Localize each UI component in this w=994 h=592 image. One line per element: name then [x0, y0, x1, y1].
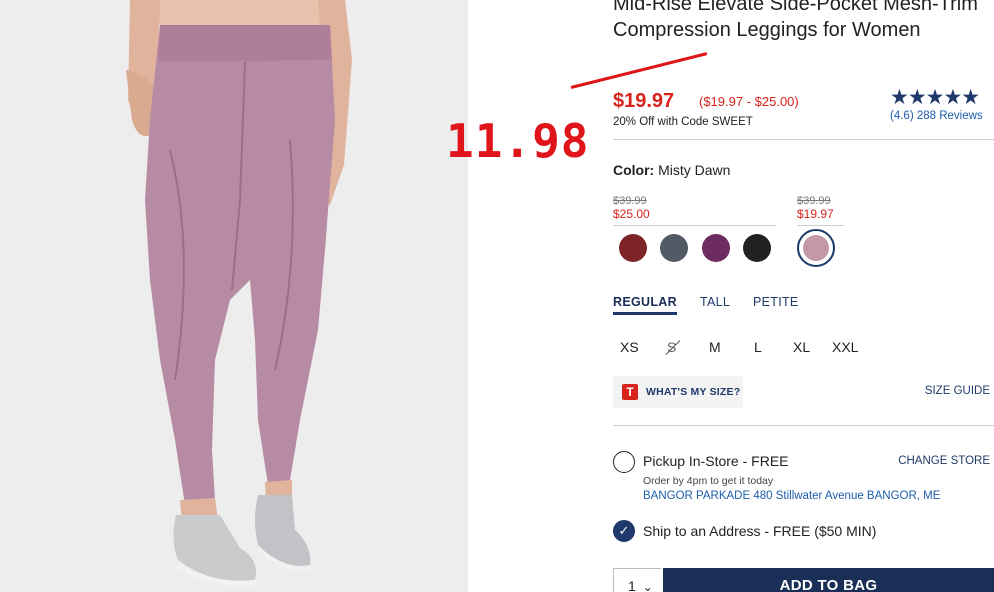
add-to-bag-button[interactable]: ADD TO BAG [663, 568, 994, 592]
change-store-link[interactable]: CHANGE STORE [898, 455, 990, 467]
star-rating-icon: ★★★★★ [890, 86, 980, 109]
pickup-label: Pickup In-Store - FREE [643, 453, 789, 469]
color-value: Misty Dawn [658, 162, 731, 178]
pickup-note: Order by 4pm to get it today [643, 475, 774, 487]
size-xxl[interactable]: XXL [832, 339, 858, 355]
price-group-underline [797, 225, 844, 226]
promo-text: 20% Off with Code SWEET [613, 116, 753, 128]
tab-regular[interactable]: REGULAR [613, 295, 677, 315]
sale-price: $19.97 [613, 90, 675, 112]
size-m[interactable]: M [709, 339, 721, 355]
price-group: $39.99 $25.00 [613, 195, 776, 226]
original-price: $39.99 [797, 195, 831, 207]
original-price: $39.99 [613, 195, 647, 207]
divider [613, 139, 994, 140]
color-row: Color: Misty Dawn [613, 162, 730, 178]
tab-tall[interactable]: TALL [700, 295, 730, 309]
group-price: $19.97 [797, 207, 834, 221]
price-range: ($19.97 - $25.00) [699, 94, 799, 109]
product-details: Mid-Rise Elevate Side-Pocket Mesh-Trim C… [570, 0, 994, 592]
reviews-link[interactable]: (4.6) 288 Reviews [890, 110, 994, 122]
handwritten-strike-line [570, 52, 708, 89]
swatch-burgundy[interactable] [619, 234, 647, 262]
quantity-select[interactable]: 1 ⌄ [613, 568, 661, 592]
size-guide-link[interactable]: SIZE GUIDE [925, 385, 990, 397]
pickup-radio[interactable] [613, 451, 635, 473]
ship-label: Ship to an Address - FREE ($50 MIN) [643, 523, 877, 539]
swatch-plum[interactable] [702, 234, 730, 262]
tab-petite[interactable]: PETITE [753, 295, 799, 309]
whats-my-size-button[interactable]: T WHAT'S MY SIZE? [613, 376, 743, 408]
swatch-misty-dawn-fill [803, 235, 829, 261]
divider [613, 425, 994, 426]
size-xs[interactable]: XS [620, 339, 639, 355]
size-s-unavailable[interactable]: S [665, 339, 681, 355]
rating[interactable]: ★★★★★ (4.6) 288 Reviews [890, 86, 994, 123]
ship-radio-checked[interactable]: ✓ [613, 520, 635, 542]
chevron-down-icon: ⌄ [642, 580, 653, 592]
price-group-underline [613, 225, 776, 226]
product-title: Mid-Rise Elevate Side-Pocket Mesh-Trim C… [613, 0, 978, 41]
swatch-misty-dawn[interactable] [797, 229, 835, 267]
price-group: $39.99 $19.97 [797, 195, 844, 226]
color-label: Color: [613, 162, 655, 178]
store-address-link[interactable]: BANGOR PARKADE 480 Stillwater Avenue BAN… [643, 490, 940, 502]
quantity-value: 1 [628, 578, 636, 592]
swatch-black[interactable] [743, 234, 771, 262]
group-price: $25.00 [613, 207, 650, 221]
whats-my-size-label: WHAT'S MY SIZE? [646, 386, 741, 398]
annotation-price: 11.98 [446, 114, 590, 168]
size-xl[interactable]: XL [793, 339, 810, 355]
true-fit-logo-icon: T [622, 384, 638, 400]
swatch-slate[interactable] [660, 234, 688, 262]
size-l[interactable]: L [754, 339, 762, 355]
product-image [0, 0, 468, 592]
leggings-photo [0, 0, 468, 592]
